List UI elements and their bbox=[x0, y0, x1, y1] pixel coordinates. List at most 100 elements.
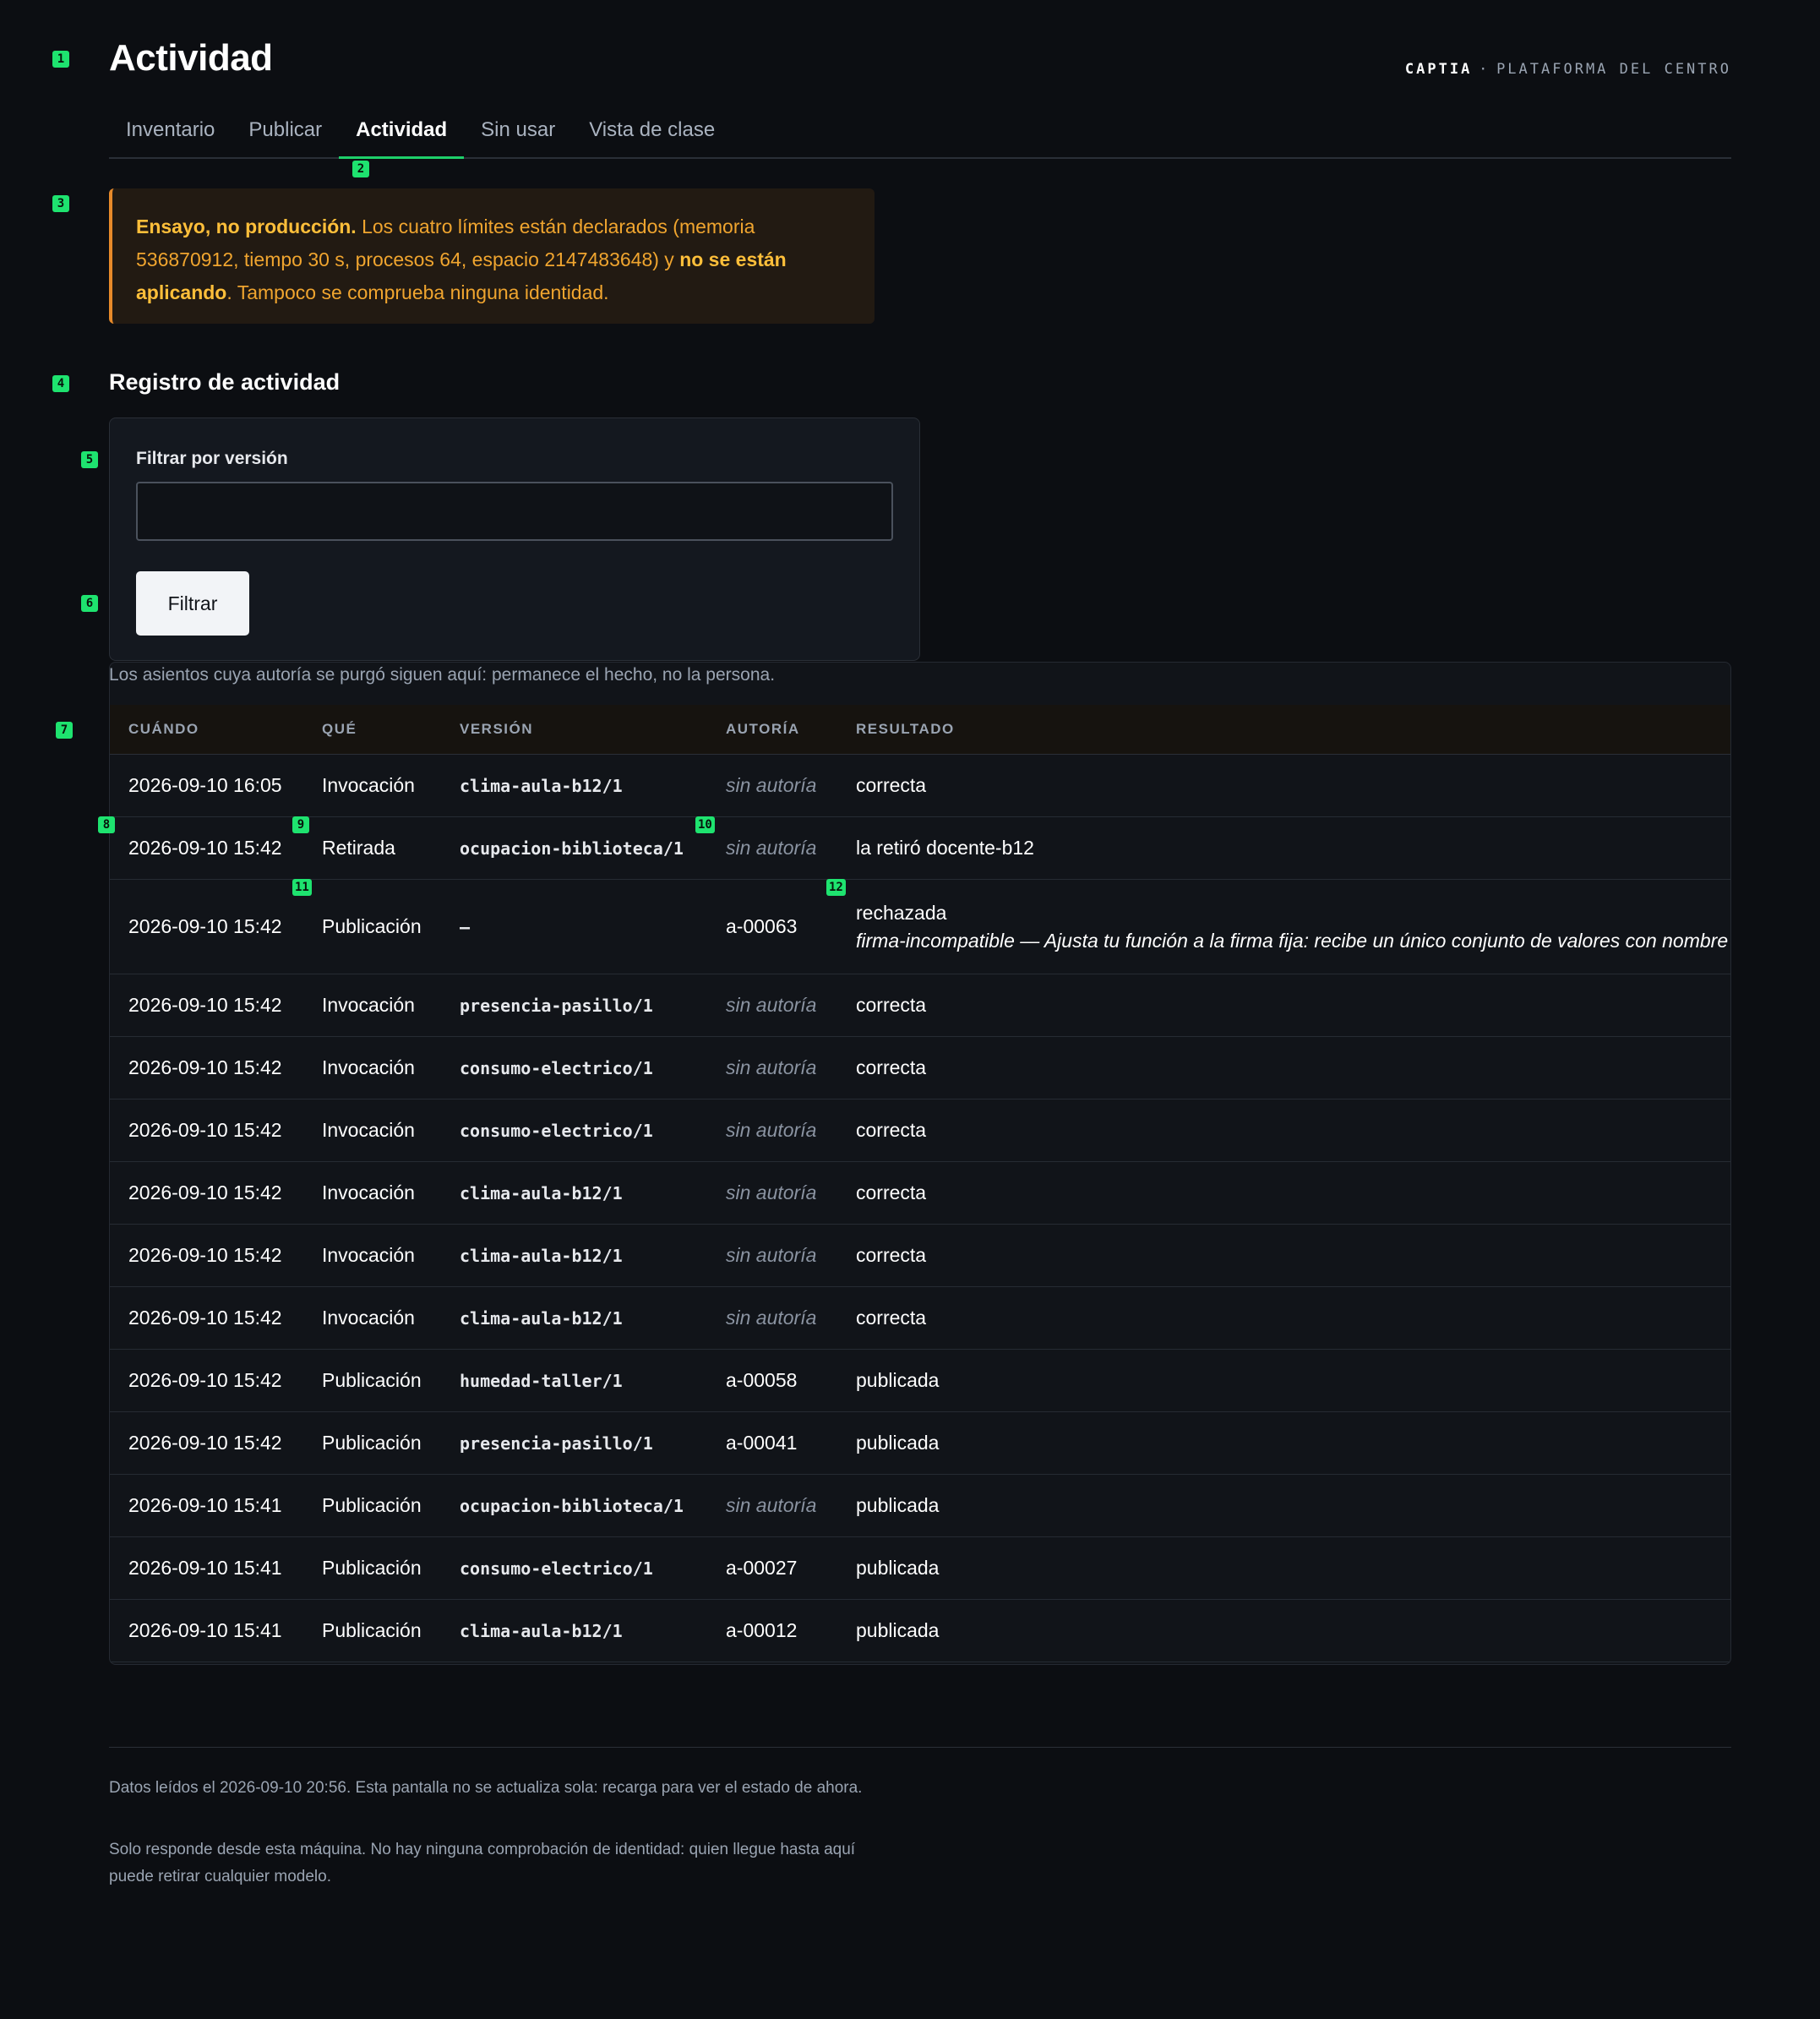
footer-data-timestamp: Datos leídos el 2026-09-10 20:56. Esta p… bbox=[109, 1779, 863, 1797]
filter-version-input[interactable] bbox=[136, 482, 893, 541]
brand: CAPTIA · PLATAFORMA DEL CENTRO bbox=[1405, 61, 1731, 78]
warning-strong-1: Ensayo, no producción. bbox=[136, 216, 357, 237]
table-row: 2026-09-10 15:42 Invocación clima-aula-b… bbox=[110, 1224, 1730, 1287]
cell-result: publicada bbox=[837, 1474, 1730, 1537]
activity-log: CUÁNDO QUÉ VERSIÓN AUTORÍA RESULTADO 202… bbox=[109, 662, 1731, 1665]
activity-table: CUÁNDO QUÉ VERSIÓN AUTORÍA RESULTADO 202… bbox=[110, 705, 1730, 1662]
result-detail: firma-incompatible — Ajusta tu función a… bbox=[856, 929, 1729, 952]
table-row: 2026-09-10 16:05 Invocación clima-aula-b… bbox=[110, 754, 1730, 817]
result-status: rechazada bbox=[856, 901, 947, 924]
marker-12: 12 bbox=[826, 879, 846, 896]
marker-11: 11 bbox=[292, 879, 312, 896]
cell-result: correcta bbox=[837, 1099, 1730, 1162]
warning-text-2: . Tampoco se comprueba ninguna identidad… bbox=[226, 281, 609, 303]
header-version[interactable]: VERSIÓN bbox=[441, 705, 707, 755]
cell-version: consumo-electrico/1 bbox=[441, 1036, 707, 1100]
header-cuando[interactable]: CUÁNDO bbox=[110, 705, 303, 755]
tab-actividad[interactable]: Actividad bbox=[339, 112, 465, 159]
tab-vista-de-clase[interactable]: Vista de clase bbox=[572, 112, 732, 149]
cell-author: a-00058 bbox=[707, 1349, 837, 1412]
cell-when: 2026-09-10 15:42 bbox=[110, 1224, 303, 1287]
cell-when: 2026-09-10 15:42 bbox=[110, 974, 303, 1037]
cell-result: publicada bbox=[837, 1599, 1730, 1662]
cell-author: sin autoría bbox=[707, 754, 837, 817]
cell-author: sin autoría bbox=[707, 816, 837, 880]
purge-note: Los asientos cuya autoría se purgó sigue… bbox=[109, 665, 776, 685]
cell-author: sin autoría bbox=[707, 1036, 837, 1100]
marker-2: 2 bbox=[352, 161, 369, 177]
cell-when: 2026-09-10 16:05 bbox=[110, 754, 303, 817]
cell-what: Publicación bbox=[303, 1599, 441, 1662]
table-row: 2026-09-10 15:41 Publicación clima-aula-… bbox=[110, 1599, 1730, 1662]
cell-version: presencia-pasillo/1 bbox=[441, 974, 707, 1037]
cell-result: correcta bbox=[837, 1286, 1730, 1350]
header-que[interactable]: QUÉ bbox=[303, 705, 441, 755]
marker-3: 3 bbox=[52, 195, 69, 212]
table-row: 2026-09-10 15:41 Publicación ocupacion-b… bbox=[110, 1474, 1730, 1537]
cell-author: a-00041 bbox=[707, 1411, 837, 1475]
cell-what: Retirada bbox=[303, 816, 441, 880]
marker-8: 8 bbox=[98, 816, 115, 833]
cell-result: la retiró docente-b12 bbox=[837, 816, 1730, 880]
cell-when: 2026-09-10 15:42 bbox=[110, 1286, 303, 1350]
cell-what: Publicación bbox=[303, 1536, 441, 1600]
cell-author: a-00063 bbox=[707, 879, 837, 974]
footer-access-note: Solo responde desde esta máquina. No hay… bbox=[109, 1841, 856, 1885]
cell-version: humedad-taller/1 bbox=[441, 1349, 707, 1412]
cell-version: presencia-pasillo/1 bbox=[441, 1411, 707, 1475]
cell-when: 2026-09-10 15:42 bbox=[110, 816, 303, 880]
filter-button[interactable]: Filtrar bbox=[136, 571, 249, 636]
cell-what: Invocación bbox=[303, 974, 441, 1037]
cell-result: correcta bbox=[837, 1161, 1730, 1225]
cell-result: publicada bbox=[837, 1349, 1730, 1412]
cell-what: Invocación bbox=[303, 1036, 441, 1100]
cell-when: 2026-09-10 15:42 bbox=[110, 1161, 303, 1225]
cell-version: clima-aula-b12/1 bbox=[441, 1286, 707, 1350]
table-row: 2026-09-10 15:41 Publicación consumo-ele… bbox=[110, 1536, 1730, 1600]
tab-inventario[interactable]: Inventario bbox=[109, 112, 232, 149]
filter-label: Filtrar por versión bbox=[136, 449, 288, 468]
header-resultado[interactable]: RESULTADO bbox=[837, 705, 1730, 755]
cell-result: rechazada firma-incompatible — Ajusta tu… bbox=[837, 879, 1730, 974]
cell-result: correcta bbox=[837, 754, 1730, 817]
cell-what: Invocación bbox=[303, 754, 441, 817]
brand-separator: · bbox=[1479, 61, 1490, 78]
tab-bar: Inventario Publicar Actividad Sin usar V… bbox=[109, 112, 1731, 159]
cell-when: 2026-09-10 15:41 bbox=[110, 1474, 303, 1537]
table-row: 2026-09-10 15:42 Invocación clima-aula-b… bbox=[110, 1161, 1730, 1225]
cell-author: sin autoría bbox=[707, 1161, 837, 1225]
cell-result: correcta bbox=[837, 974, 1730, 1037]
cell-result: correcta bbox=[837, 1036, 1730, 1100]
cell-author: a-00027 bbox=[707, 1536, 837, 1600]
cell-when: 2026-09-10 15:42 bbox=[110, 1349, 303, 1412]
marker-6: 6 bbox=[81, 595, 98, 612]
table-row: 2026-09-10 15:42 Invocación clima-aula-b… bbox=[110, 1286, 1730, 1350]
header-autoria[interactable]: AUTORÍA bbox=[707, 705, 837, 755]
marker-1: 1 bbox=[52, 51, 69, 68]
cell-version: ocupacion-biblioteca/1 bbox=[441, 816, 707, 880]
cell-version: consumo-electrico/1 bbox=[441, 1099, 707, 1162]
table-row: 2026-09-10 15:42 Publicación humedad-tal… bbox=[110, 1349, 1730, 1412]
cell-what: Publicación bbox=[303, 1474, 441, 1537]
warning-banner: Ensayo, no producción. Los cuatro límite… bbox=[109, 188, 875, 324]
cell-result: publicada bbox=[837, 1536, 1730, 1600]
section-title: Registro de actividad bbox=[109, 369, 341, 395]
marker-4: 4 bbox=[52, 375, 69, 392]
tab-sin-usar[interactable]: Sin usar bbox=[464, 112, 572, 149]
brand-name: CAPTIA bbox=[1404, 61, 1473, 78]
tab-publicar[interactable]: Publicar bbox=[232, 112, 339, 149]
table-row: 2026-09-10 15:42 Publicación presencia-p… bbox=[110, 1411, 1730, 1475]
filter-card: Filtrar por versión Filtrar bbox=[109, 417, 920, 661]
cell-version: clima-aula-b12/1 bbox=[441, 1599, 707, 1662]
cell-when: 2026-09-10 15:42 bbox=[110, 1036, 303, 1100]
cell-when: 2026-09-10 15:41 bbox=[110, 1536, 303, 1600]
cell-what: Invocación bbox=[303, 1161, 441, 1225]
cell-what: Publicación bbox=[303, 1411, 441, 1475]
cell-version: – bbox=[441, 879, 707, 974]
cell-what: Invocación bbox=[303, 1224, 441, 1287]
marker-7: 7 bbox=[56, 722, 73, 739]
table-row: 2026-09-10 15:42 Invocación consumo-elec… bbox=[110, 1036, 1730, 1100]
marker-10: 10 bbox=[695, 816, 715, 833]
cell-version: ocupacion-biblioteca/1 bbox=[441, 1474, 707, 1537]
cell-author: sin autoría bbox=[707, 1224, 837, 1287]
